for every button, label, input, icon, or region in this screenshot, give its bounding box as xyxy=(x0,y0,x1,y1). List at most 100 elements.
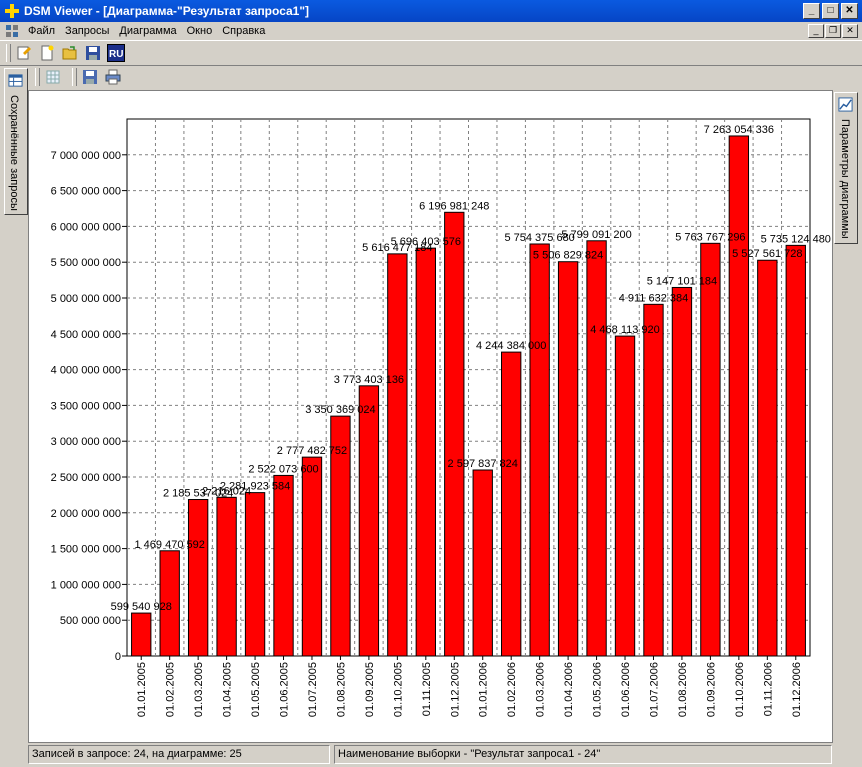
x-tick-label: 01.12.2005 xyxy=(449,662,461,717)
y-tick-label: 4 500 000 000 xyxy=(51,329,121,341)
x-tick-label: 01.09.2005 xyxy=(364,662,376,717)
bar xyxy=(187,499,209,657)
x-tick-label: 01.07.2006 xyxy=(648,662,660,717)
grid-icon xyxy=(46,70,60,84)
data-label: 1 469 470 592 xyxy=(135,539,205,551)
y-tick-label: 5 000 000 000 xyxy=(51,293,121,305)
y-tick-label: 6 000 000 000 xyxy=(51,221,121,233)
bar xyxy=(387,253,408,657)
data-label: 5 527 561 728 xyxy=(732,248,802,260)
menu-chart[interactable]: Диаграмма xyxy=(114,25,181,37)
data-label: 2 281 923 584 xyxy=(220,481,290,493)
data-label: 6 196 981 248 xyxy=(419,200,489,212)
bar xyxy=(472,469,493,657)
child-close-button[interactable]: ✕ xyxy=(842,24,858,38)
toolbar-grip[interactable] xyxy=(6,44,11,62)
data-label: 5 763 767 296 xyxy=(675,231,745,243)
bar xyxy=(728,135,750,657)
toolbar-separator-2 xyxy=(72,68,77,86)
x-tick-label: 01.06.2005 xyxy=(279,662,291,717)
menu-help[interactable]: Справка xyxy=(217,25,270,37)
toolbar-separator xyxy=(35,68,40,86)
data-label: 5 799 091 200 xyxy=(561,229,631,241)
chart-parameters-icon xyxy=(838,97,853,112)
chart-parameters-tab[interactable]: Параметры диаграммы xyxy=(834,92,858,244)
x-tick-label: 01.11.2005 xyxy=(421,662,433,716)
new-query-button[interactable] xyxy=(37,43,57,63)
menu-bar: Файл Запросы Диаграмма Окно Справка _ ❐ … xyxy=(0,22,862,40)
x-tick-label: 01.10.2006 xyxy=(734,662,746,717)
saved-queries-tab[interactable]: Сохранённые запросы xyxy=(4,68,28,215)
bar xyxy=(614,335,636,657)
edit-query-icon xyxy=(17,46,31,60)
x-tick-label: 01.08.2005 xyxy=(335,662,347,717)
new-document-icon xyxy=(41,45,54,61)
bar xyxy=(273,474,294,657)
maximize-button[interactable]: □ xyxy=(822,3,839,19)
x-tick-label: 01.02.2006 xyxy=(506,662,518,717)
status-bar: Записей в запросе: 24, на диаграмме: 25 … xyxy=(0,742,862,767)
y-tick-label: 7 000 000 000 xyxy=(51,150,121,162)
bar xyxy=(700,242,721,657)
data-label: 3 350 369 024 xyxy=(305,404,375,416)
language-button[interactable]: RU xyxy=(106,43,126,63)
x-tick-label: 01.05.2005 xyxy=(250,662,262,717)
bar xyxy=(444,211,465,657)
x-tick-label: 01.05.2006 xyxy=(592,662,604,717)
y-tick-label: 6 500 000 000 xyxy=(51,186,121,198)
x-tick-label: 01.04.2005 xyxy=(222,662,234,717)
data-label: 5 147 101 184 xyxy=(647,275,717,287)
status-records: Записей в запросе: 24, на диаграмме: 25 xyxy=(28,745,330,764)
saved-queries-icon xyxy=(8,74,23,87)
edit-query-button[interactable] xyxy=(14,43,34,63)
data-label: 5 696 403 576 xyxy=(391,236,461,248)
y-tick-label: 3 000 000 000 xyxy=(51,436,121,448)
bar xyxy=(358,385,380,657)
bar-chart: 0 500 000 000 1 000 000 000 1 500 000 000 2 … xyxy=(51,118,831,717)
x-tick-label: 01.09.2006 xyxy=(705,662,717,717)
x-tick-label: 01.07.2005 xyxy=(307,662,319,717)
y-tick-label: 1 500 000 000 xyxy=(51,544,121,556)
status-selection: Наименование выборки - "Результат запрос… xyxy=(334,745,832,764)
y-tick-label: 2 000 000 000 xyxy=(51,508,121,520)
data-label: 2 597 837 824 xyxy=(448,458,518,470)
y-tick-label: 500 000 000 xyxy=(60,615,121,627)
y-tick-label: 1 000 000 000 xyxy=(51,579,121,591)
child-minimize-button[interactable]: _ xyxy=(808,24,824,38)
saved-queries-label: Сохранённые запросы xyxy=(8,95,20,211)
document-window-icon[interactable] xyxy=(5,24,19,38)
x-tick-label: 01.11.2006 xyxy=(762,662,774,716)
data-label: 2 522 073 600 xyxy=(248,463,318,475)
menu-window[interactable]: Окно xyxy=(182,25,218,37)
bar xyxy=(586,240,607,657)
x-tick-label: 01.08.2006 xyxy=(677,662,689,717)
menu-queries[interactable]: Запросы xyxy=(60,25,114,37)
x-tick-label: 01.03.2005 xyxy=(193,662,205,717)
save-chart-button[interactable] xyxy=(80,67,100,87)
grid-view-button[interactable] xyxy=(43,67,63,87)
bar xyxy=(131,612,152,657)
save-button[interactable] xyxy=(83,43,103,63)
open-button[interactable] xyxy=(60,43,80,63)
child-restore-button[interactable]: ❐ xyxy=(825,24,841,38)
data-label: 5 506 829 824 xyxy=(533,250,603,262)
print-button[interactable] xyxy=(103,67,123,87)
y-tick-label: 0 xyxy=(115,651,121,663)
bar xyxy=(557,261,579,657)
minimize-button[interactable]: _ xyxy=(803,3,820,19)
close-button[interactable]: ✕ xyxy=(841,3,858,19)
open-folder-icon xyxy=(62,46,77,60)
x-tick-label: 01.01.2005 xyxy=(136,662,148,717)
data-label: 2 777 482 752 xyxy=(277,445,347,457)
data-label: 7 263 054 336 xyxy=(704,124,774,136)
y-tick-label: 2 500 000 000 xyxy=(51,472,121,484)
chart-parameters-label: Параметры диаграммы xyxy=(839,119,851,239)
y-tick-label: 5 500 000 000 xyxy=(51,257,121,269)
data-label: 5 735 124 480 xyxy=(761,233,831,245)
bar xyxy=(643,303,664,657)
bar xyxy=(244,492,266,657)
x-tick-label: 01.03.2006 xyxy=(535,662,547,717)
print-icon xyxy=(105,69,121,85)
x-tick-label: 01.01.2006 xyxy=(478,662,490,717)
menu-file[interactable]: Файл xyxy=(23,25,60,37)
